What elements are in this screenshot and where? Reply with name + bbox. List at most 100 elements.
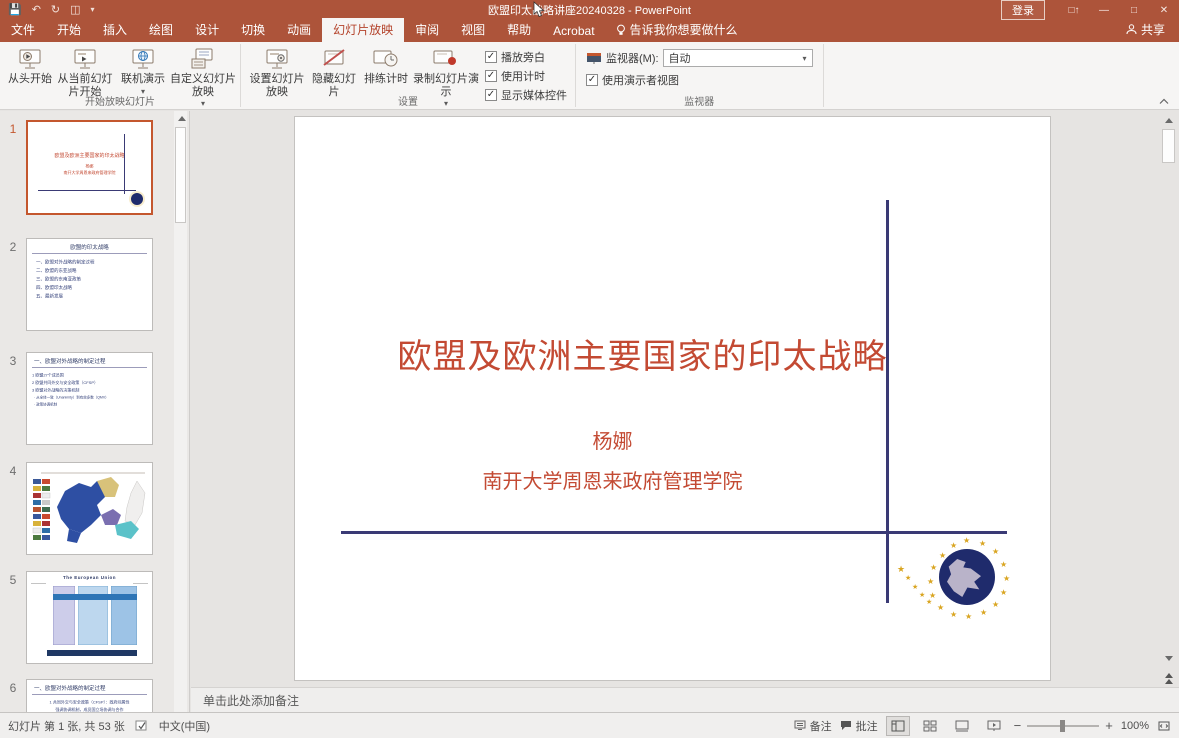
mini-title: 欧盟的印太战略 [27, 239, 152, 251]
slide-affiliation[interactable]: 南开大学周恩来政府管理学院 [355, 465, 870, 494]
notes-toggle[interactable]: 备注 [794, 718, 832, 734]
slide-number: 6 [0, 679, 26, 712]
slide-thumbnail-5[interactable]: The European Union [26, 571, 153, 664]
zoom-out-icon[interactable]: − [1014, 718, 1022, 733]
thumbnail-scrollbar[interactable] [174, 111, 187, 712]
slide-thumbnail-3[interactable]: 一、欧盟对外战略的制定过程 1 欧盟27个成员国 2 欧盟共同外交与安全政策（C… [26, 352, 153, 445]
tab-transitions[interactable]: 切换 [230, 18, 276, 42]
ribbon-separator [823, 44, 824, 107]
collapse-ribbon-icon[interactable] [1159, 98, 1169, 105]
fit-to-window-icon[interactable] [1157, 720, 1171, 732]
from-beginning-button[interactable]: 从头开始 [6, 45, 54, 86]
scroll-up-icon[interactable] [1161, 113, 1176, 128]
use-timings-label: 使用计时 [501, 68, 545, 84]
zoom-percentage[interactable]: 100% [1121, 720, 1149, 732]
present-online-label: 联机演示 [121, 73, 165, 86]
setup-slideshow-button[interactable]: 设置幻灯片放映 [245, 45, 309, 98]
europe-map-graphic [27, 463, 152, 554]
ribbon-tabs: 文件 开始 插入 绘图 设计 切换 动画 幻灯片放映 审阅 视图 帮助 Acro… [0, 20, 1179, 42]
mini-list-item: 3 欧盟对外战略的决策机制 [27, 387, 152, 395]
comments-toggle-label: 批注 [856, 718, 878, 734]
from-current-slide-button[interactable]: 从当前幻灯片开始 [54, 45, 116, 98]
previous-slide-button[interactable] [1161, 671, 1176, 686]
zoom-in-icon[interactable]: + [1105, 718, 1113, 733]
share-label: 共享 [1141, 21, 1165, 38]
monitor-select-value: 自动 [669, 50, 691, 66]
document-title: 欧盟印太战略讲座20240328 - PowerPoint [0, 2, 1179, 18]
normal-view-button[interactable] [886, 716, 910, 736]
mini-eu-logo [131, 193, 143, 205]
spell-check-icon[interactable] [135, 720, 149, 732]
tab-home[interactable]: 开始 [46, 18, 92, 42]
tab-file[interactable]: 文件 [0, 18, 46, 42]
slide-number: 3 [0, 352, 26, 445]
slide-thumbnail-4[interactable] [26, 462, 153, 555]
notes-placeholder: 单击此处添加备注 [203, 692, 299, 709]
notes-pane[interactable]: 单击此处添加备注 [191, 687, 1179, 712]
slide-number: 5 [0, 571, 26, 664]
reading-view-button[interactable] [950, 716, 974, 736]
tab-review[interactable]: 审阅 [404, 18, 450, 42]
zoom-slider-track[interactable] [1027, 725, 1099, 727]
comments-toggle[interactable]: 批注 [840, 718, 878, 734]
decorative-vertical-line [886, 200, 889, 603]
share-button[interactable]: 共享 [1112, 18, 1179, 42]
mini-list-item: · 政策协调机制 [27, 401, 152, 408]
slide-thumbnail-1[interactable]: 欧盟及欧洲主要国家的印太战略 杨娜 南开大学周恩来政府管理学院 [26, 120, 153, 215]
present-online-icon [130, 47, 156, 71]
tab-animations[interactable]: 动画 [276, 18, 322, 42]
comment-icon [840, 720, 852, 731]
slide-author[interactable]: 杨娜 [355, 425, 870, 454]
group-label-setup: 设置 [241, 93, 575, 108]
setup-slideshow-icon [264, 47, 290, 71]
hide-slide-button[interactable]: 隐藏幻灯片 [309, 45, 359, 98]
thumbnail-scroll-up-icon[interactable] [174, 111, 189, 126]
scroll-down-icon[interactable] [1161, 651, 1176, 666]
slide-scrollbar[interactable] [1161, 113, 1176, 710]
zoom-control: − + [1014, 718, 1113, 733]
play-narrations-checkbox[interactable]: ✓ 播放旁白 [485, 49, 567, 65]
rehearse-timings-icon [372, 47, 400, 71]
present-online-button[interactable]: 联机演示 ▾ [116, 45, 170, 96]
tab-acrobat[interactable]: Acrobat [542, 21, 605, 42]
checkbox-checked-icon: ✓ [485, 51, 497, 63]
slide-number: 1 [0, 120, 26, 215]
tab-insert[interactable]: 插入 [92, 18, 138, 42]
mini-list-item: 1 欧盟27个成员国 [27, 372, 152, 380]
zoom-slider-thumb[interactable] [1060, 720, 1065, 732]
tell-me-box[interactable]: 告诉我你想要做什么 [606, 18, 748, 42]
tab-help[interactable]: 帮助 [496, 18, 542, 42]
mini-list-item: · 从全体一致（Unanimity）到有效多数（QMV） [27, 394, 152, 401]
slide-canvas[interactable]: 欧盟及欧洲主要国家的印太战略 杨娜 南开大学周恩来政府管理学院 ★ ★ ★ ★ … [294, 116, 1051, 681]
use-presenter-view-checkbox[interactable]: ✓ 使用演示者视图 [586, 72, 813, 88]
play-from-beginning-icon [17, 47, 43, 71]
ribbon-group-monitors: 监视器(M): 自动 ▾ ✓ 使用演示者视图 监视器 [576, 42, 823, 109]
person-icon [1126, 24, 1137, 35]
rehearse-timings-button[interactable]: 排练计时 [359, 45, 413, 86]
slide-sorter-view-button[interactable] [918, 716, 942, 736]
tab-slideshow[interactable]: 幻灯片放映 [322, 18, 404, 42]
use-timings-checkbox[interactable]: ✓ 使用计时 [485, 68, 567, 84]
monitor-select[interactable]: 自动 ▾ [663, 49, 813, 67]
mini-list-item: 一、欧盟对外战略的制定过程 [27, 258, 152, 267]
slide-thumbnail-2[interactable]: 欧盟的印太战略 一、欧盟对外战略的制定过程 二、欧盟的东亚战略 三、欧盟的东南亚… [26, 238, 153, 331]
slide-counter[interactable]: 幻灯片 第 1 张, 共 53 张 [8, 718, 125, 734]
tab-view[interactable]: 视图 [450, 18, 496, 42]
from-beginning-label: 从头开始 [8, 73, 52, 86]
checkbox-checked-icon: ✓ [586, 74, 598, 86]
slideshow-view-button[interactable] [982, 716, 1006, 736]
tab-draw[interactable]: 绘图 [138, 18, 184, 42]
slide-thumbnail-6[interactable]: 一、欧盟对外战略的制定过程 1 共同外交与安全政策（CFSP）：政府间属性 强调… [26, 679, 153, 712]
monitor-icon [586, 52, 602, 65]
ribbon: 从头开始 从当前幻灯片开始 联机演示 ▾ 自定义幻灯片放映 ▾ [0, 42, 1179, 110]
mini-title: 一、欧盟对外战略的制定过程 [27, 353, 152, 365]
scroll-thumb[interactable] [1162, 129, 1175, 163]
hide-slide-icon [321, 47, 347, 71]
group-label-start-slideshow: 开始放映幻灯片 [0, 93, 240, 108]
language-indicator[interactable]: 中文(中国) [159, 718, 210, 734]
tab-design[interactable]: 设计 [184, 18, 230, 42]
titlebar: 💾 ↶ ↻ ◫ ▾ 欧盟印太战略讲座20240328 - PowerPoint … [0, 0, 1179, 20]
play-narrations-label: 播放旁白 [501, 49, 545, 65]
thumbnail-scroll-thumb[interactable] [175, 127, 186, 223]
slide-title[interactable]: 欧盟及欧洲主要国家的印太战略 [355, 329, 930, 378]
